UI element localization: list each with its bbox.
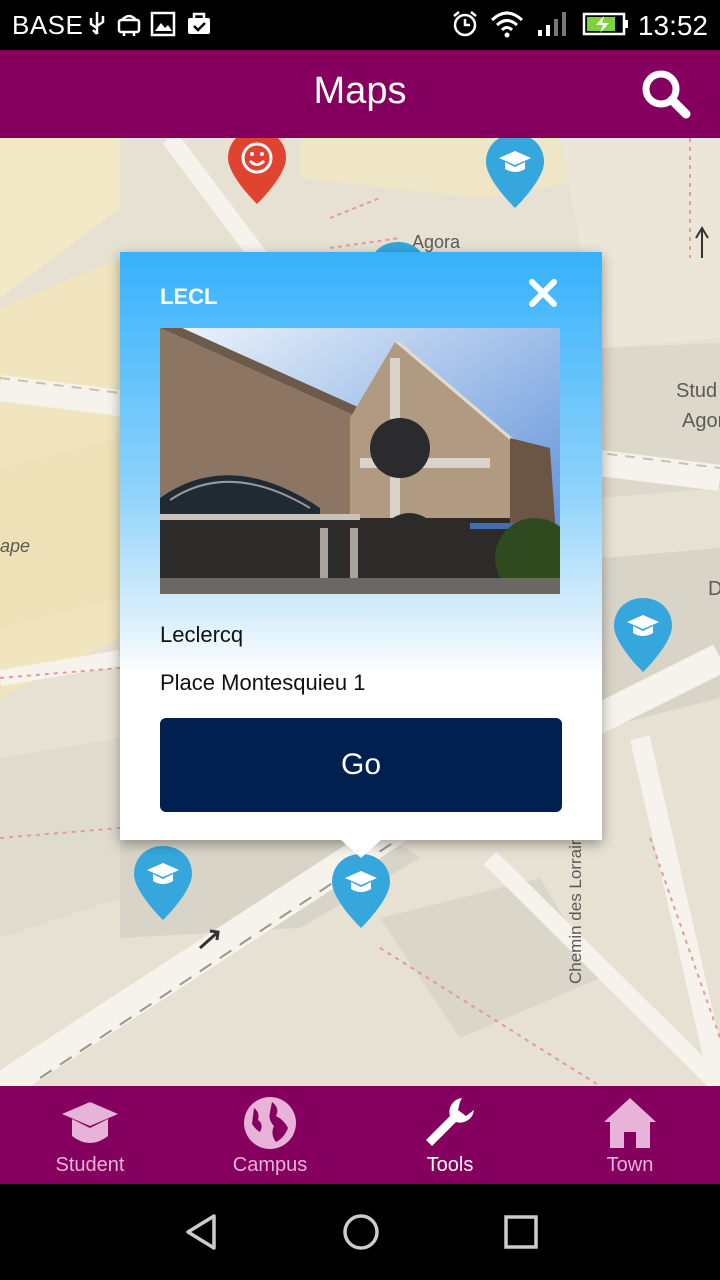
alarm-icon	[453, 11, 477, 37]
home-button-icon[interactable]	[339, 1210, 383, 1254]
back-icon[interactable]	[180, 1210, 224, 1254]
graduation-cap-icon	[62, 1102, 118, 1143]
map-label-ape: ape	[0, 536, 31, 556]
battery-charging-icon	[582, 12, 628, 36]
clock: 13:52	[637, 10, 708, 41]
home-icon	[604, 1098, 656, 1148]
status-bar: BASE 13:52	[0, 0, 720, 50]
tab-tools[interactable]: Tools	[360, 1086, 540, 1184]
tab-label-student: Student	[55, 1154, 125, 1176]
map-label-agor: Agor	[682, 410, 720, 432]
map-pin-campus[interactable]	[484, 138, 546, 214]
tab-label-town: Town	[606, 1154, 654, 1176]
location-name: Leclercq	[160, 622, 244, 647]
map-pin-east[interactable]	[612, 596, 674, 678]
location-code: LECL	[160, 284, 218, 309]
map-label-d: D	[708, 578, 720, 600]
tab-label-campus: Campus	[232, 1154, 308, 1176]
close-icon[interactable]	[528, 278, 558, 308]
system-nav-bar	[0, 1184, 720, 1280]
tab-town[interactable]: Town	[540, 1086, 720, 1184]
map-pin-southwest[interactable]	[132, 844, 194, 926]
location-address: Place Montesquieu 1	[160, 670, 366, 695]
globe-icon	[244, 1097, 296, 1149]
location-popup: LECL Leclercq Place Montesquieu 1 Go	[120, 252, 602, 858]
map-label-chemin-des-lorrains: Chemin des Lorrains	[566, 827, 585, 984]
page-title: Maps	[313, 70, 407, 112]
tab-student[interactable]: Student	[0, 1086, 180, 1184]
wrench-icon	[426, 1098, 474, 1146]
bottom-tab-bar: Student Campus Tools Town	[0, 1086, 720, 1184]
map-pin-selected[interactable]	[330, 852, 392, 934]
recents-icon[interactable]	[499, 1210, 543, 1254]
location-photo	[160, 328, 560, 594]
app-bar: Maps	[0, 50, 720, 138]
tab-label-tools: Tools	[426, 1154, 474, 1176]
go-button[interactable]: Go	[160, 718, 562, 812]
image-icon	[150, 11, 176, 37]
briefcase-check-icon	[188, 12, 210, 34]
signal-icon	[538, 12, 566, 36]
android-debug-icon	[117, 14, 141, 36]
map-pin-smiley[interactable]	[226, 138, 288, 210]
carrier-label: BASE	[12, 10, 84, 40]
wifi-icon	[490, 11, 524, 38]
usb-icon	[89, 12, 105, 35]
tab-campus[interactable]: Campus	[180, 1086, 360, 1184]
search-icon[interactable]	[640, 68, 692, 120]
map-label-stud: Stud	[676, 380, 718, 402]
